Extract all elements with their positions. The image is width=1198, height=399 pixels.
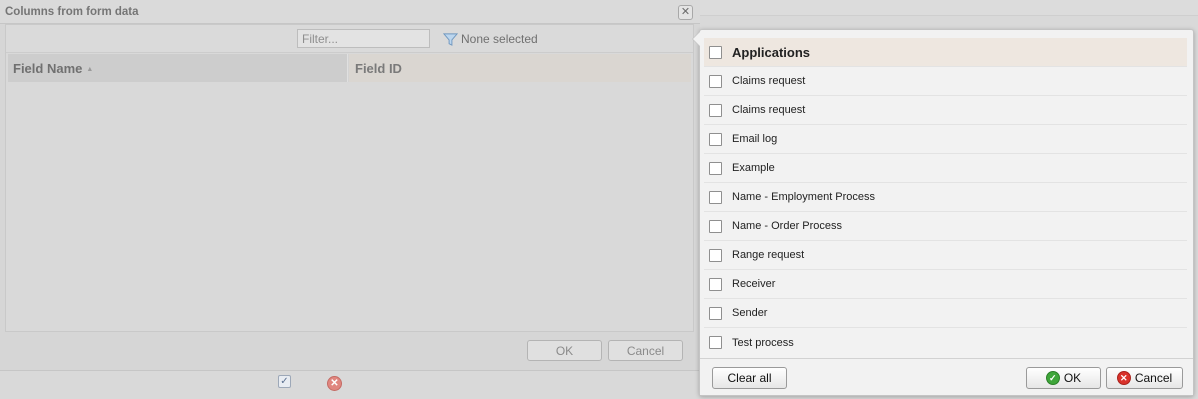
ok-check-icon: ✓ (1045, 371, 1060, 385)
popup-pointer-fill (693, 32, 700, 46)
item-checkbox[interactable] (709, 74, 722, 88)
popup-list: Applications Claims request Claims reque… (704, 38, 1187, 357)
top-strip (700, 0, 1198, 16)
item-checkbox[interactable] (709, 190, 722, 204)
list-item-label: Example (732, 162, 775, 174)
select-all-row[interactable]: Applications (704, 38, 1187, 67)
item-checkbox[interactable] (709, 103, 722, 117)
popup-ok-button[interactable]: ✓ OK (1026, 367, 1101, 389)
popup-cancel-label: Cancel (1134, 371, 1173, 385)
column-header-field-name[interactable]: Field Name ▲ (8, 54, 348, 82)
dialog-panel: None selected Field Name▲ Field ID (5, 24, 694, 332)
list-item-label: Range request (732, 249, 805, 261)
item-checkbox[interactable] (709, 161, 722, 175)
list-item-label: Claims request (732, 75, 806, 87)
list-item[interactable]: Email log (704, 125, 1187, 154)
cancel-x-icon: ✕ (1116, 371, 1131, 385)
list-item-label: Name - Employment Process (732, 191, 876, 203)
list-item[interactable]: Name - Order Process (704, 212, 1187, 241)
column-header-label: Field ID (355, 61, 402, 76)
item-checkbox[interactable] (709, 336, 722, 349)
close-icon[interactable]: ✕ (678, 5, 693, 20)
select-all-checkbox[interactable] (709, 45, 722, 59)
popup-footer: Clear all ✓ OK ✕ Cancel (700, 358, 1193, 395)
list-item[interactable]: Range request (704, 241, 1187, 270)
list-item-label: Receiver (732, 278, 776, 290)
checkbox-icon[interactable]: ✓ (278, 375, 291, 388)
columns-dialog: Columns from form data ✕ None selected F… (0, 0, 700, 399)
dialog-footer: ✓ ✕ (0, 370, 700, 399)
filter-toggle[interactable]: None selected (443, 31, 538, 47)
list-item[interactable]: Receiver (704, 270, 1187, 299)
list-item[interactable]: Sender (704, 299, 1187, 328)
item-checkbox[interactable] (709, 248, 722, 262)
filter-bar: None selected (6, 25, 693, 53)
clear-all-button[interactable]: Clear all (712, 367, 787, 389)
list-item-label: Test process (732, 336, 794, 349)
dialog-cancel-button[interactable]: Cancel (608, 340, 683, 361)
dialog-ok-button[interactable]: OK (527, 340, 602, 361)
list-item[interactable]: Claims request (704, 67, 1187, 96)
column-header-label: Field Name (13, 61, 83, 76)
sort-ascending-icon: ▲ (86, 66, 94, 74)
grid-header: Field Name ▲ Field ID (8, 54, 691, 82)
item-checkbox[interactable] (709, 277, 722, 291)
filter-toggle-label: None selected (461, 32, 538, 46)
list-item-label: Email log (732, 133, 778, 145)
list-item-label: Name - Order Process (732, 220, 843, 232)
list-item[interactable]: Claims request (704, 96, 1187, 125)
list-item-label: Sender (732, 307, 768, 319)
funnel-icon (443, 32, 458, 46)
clear-all-label: Clear all (727, 371, 772, 385)
dialog-titlebar: Columns from form data ✕ (0, 0, 700, 24)
item-checkbox[interactable] (709, 219, 722, 233)
item-checkbox[interactable] (709, 132, 722, 146)
list-item[interactable]: Example (704, 154, 1187, 183)
list-item-label: Claims request (732, 104, 806, 116)
column-header-field-id[interactable]: Field ID (349, 54, 691, 82)
cancel-icon[interactable]: ✕ (327, 376, 342, 391)
dialog-title: Columns from form data (5, 6, 139, 18)
popup-ok-label: OK (1063, 371, 1082, 385)
list-item[interactable]: Test process (704, 328, 1187, 357)
filter-input[interactable] (297, 29, 430, 48)
select-all-label: Applications (732, 44, 811, 60)
popup-cancel-button[interactable]: ✕ Cancel (1106, 367, 1183, 389)
applications-filter-popup: Applications Claims request Claims reque… (692, 29, 1194, 396)
item-checkbox[interactable] (709, 306, 722, 320)
list-item[interactable]: Name - Employment Process (704, 183, 1187, 212)
